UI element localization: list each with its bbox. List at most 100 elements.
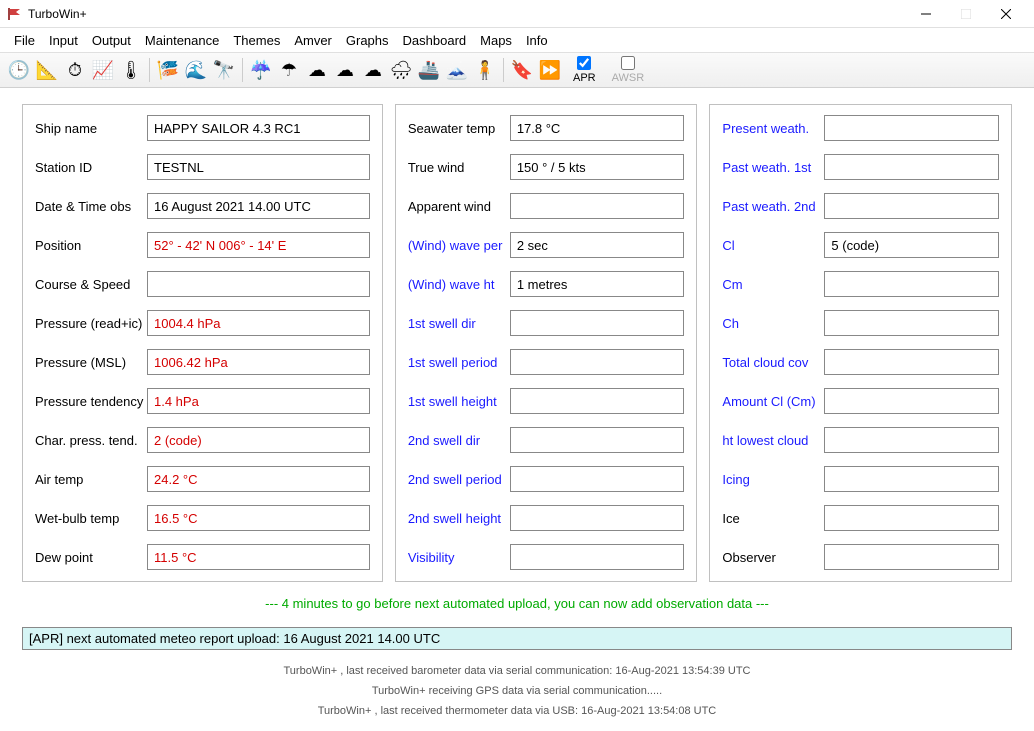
form-row: 1st swell height bbox=[408, 388, 685, 414]
field-value[interactable]: 1004.4 hPa bbox=[147, 310, 370, 336]
field-value[interactable] bbox=[824, 544, 999, 570]
field-value[interactable] bbox=[824, 427, 999, 453]
clock-icon[interactable]: 🕒 bbox=[6, 57, 32, 83]
menu-graphs[interactable]: Graphs bbox=[340, 31, 395, 50]
field-value[interactable] bbox=[824, 388, 999, 414]
field-label: Date & Time obs bbox=[35, 199, 147, 214]
field-value[interactable]: TESTNL bbox=[147, 154, 370, 180]
compass-icon[interactable]: 📐 bbox=[34, 57, 60, 83]
form-row: Pressure (read+ic)1004.4 hPa bbox=[35, 310, 370, 336]
field-label: 2nd swell height bbox=[408, 511, 510, 526]
field-value[interactable]: 5 (code) bbox=[824, 232, 999, 258]
menubar: FileInputOutputMaintenanceThemesAmverGra… bbox=[0, 28, 1034, 52]
ship-icon[interactable]: 🚢 bbox=[416, 57, 442, 83]
wave-icon[interactable]: 🌊 bbox=[183, 57, 209, 83]
awsr-label: AWSR bbox=[612, 72, 645, 84]
minimize-button[interactable] bbox=[906, 0, 946, 28]
field-label: Amount Cl (Cm) bbox=[722, 394, 824, 409]
umbrella-icon[interactable]: ☂ bbox=[276, 57, 302, 83]
status-line: TurboWin+ receiving GPS data via serial … bbox=[0, 682, 1034, 702]
field-value[interactable]: 16 August 2021 14.00 UTC bbox=[147, 193, 370, 219]
field-value[interactable]: 17.8 °C bbox=[510, 115, 685, 141]
form-row: Total cloud cov bbox=[722, 349, 999, 375]
binoculars-icon[interactable]: 🔭 bbox=[211, 57, 237, 83]
form-row: Ship nameHAPPY SAILOR 4.3 RC1 bbox=[35, 115, 370, 141]
menu-input[interactable]: Input bbox=[43, 31, 84, 50]
form-row: 2nd swell height bbox=[408, 505, 685, 531]
cloud-ch-icon[interactable]: ☁ bbox=[360, 57, 386, 83]
menu-output[interactable]: Output bbox=[86, 31, 137, 50]
field-value[interactable]: 2 sec bbox=[510, 232, 685, 258]
field-value[interactable]: 2 (code) bbox=[147, 427, 370, 453]
maximize-button[interactable] bbox=[946, 0, 986, 28]
field-value[interactable] bbox=[824, 154, 999, 180]
field-value[interactable] bbox=[824, 271, 999, 297]
menu-file[interactable]: File bbox=[8, 31, 41, 50]
field-label: Ch bbox=[722, 316, 824, 331]
chart-icon[interactable]: 📈 bbox=[90, 57, 116, 83]
field-value[interactable]: HAPPY SAILOR 4.3 RC1 bbox=[147, 115, 370, 141]
field-value[interactable] bbox=[510, 544, 685, 570]
field-value[interactable] bbox=[510, 427, 685, 453]
gauge-icon[interactable]: ⏱ bbox=[62, 57, 88, 83]
field-value[interactable] bbox=[824, 310, 999, 336]
group-weather-clouds: Present weath.Past weath. 1stPast weath.… bbox=[709, 104, 1012, 582]
field-label: 1st swell dir bbox=[408, 316, 510, 331]
field-value[interactable] bbox=[510, 466, 685, 492]
field-value[interactable]: 1.4 hPa bbox=[147, 388, 370, 414]
field-value[interactable]: 1006.42 hPa bbox=[147, 349, 370, 375]
thermometer-icon[interactable]: 🌡 bbox=[118, 57, 144, 83]
field-label: ht lowest cloud bbox=[722, 433, 824, 448]
apr-checkbox[interactable]: APR bbox=[573, 56, 596, 84]
toolbar: 🕒📐⏱📈🌡🎏🌊🔭☔☂☁☁☁🌧🚢🗻🧍🔖⏩ APR AWSR bbox=[0, 52, 1034, 88]
cloud-total-icon[interactable]: 🌧 bbox=[388, 57, 414, 83]
field-value[interactable] bbox=[147, 271, 370, 297]
field-value[interactable] bbox=[824, 466, 999, 492]
menu-maintenance[interactable]: Maintenance bbox=[139, 31, 225, 50]
field-value[interactable] bbox=[824, 115, 999, 141]
field-value[interactable] bbox=[510, 505, 685, 531]
form-row: 2nd swell dir bbox=[408, 427, 685, 453]
field-value[interactable]: 1 metres bbox=[510, 271, 685, 297]
field-value[interactable]: 52° - 42' N 006° - 14' E bbox=[147, 232, 370, 258]
menu-maps[interactable]: Maps bbox=[474, 31, 518, 50]
person-icon[interactable]: 🧍 bbox=[472, 57, 498, 83]
awsr-checkbox[interactable]: AWSR bbox=[612, 56, 645, 84]
field-value[interactable]: 24.2 °C bbox=[147, 466, 370, 492]
field-value[interactable] bbox=[824, 349, 999, 375]
field-value[interactable]: 11.5 °C bbox=[147, 544, 370, 570]
menu-dashboard[interactable]: Dashboard bbox=[397, 31, 473, 50]
windsock-icon[interactable]: 🎏 bbox=[155, 57, 181, 83]
status-line: TurboWin+ , last received barometer data… bbox=[0, 662, 1034, 682]
report-box: [APR] next automated meteo report upload… bbox=[22, 627, 1012, 650]
cloud-cl-icon[interactable]: ☁ bbox=[304, 57, 330, 83]
field-label: (Wind) wave per bbox=[408, 238, 510, 253]
form-row: Observer bbox=[722, 544, 999, 570]
menu-info[interactable]: Info bbox=[520, 31, 554, 50]
field-value[interactable] bbox=[824, 193, 999, 219]
field-value[interactable] bbox=[510, 349, 685, 375]
close-button[interactable] bbox=[986, 0, 1026, 28]
field-value[interactable]: 16.5 °C bbox=[147, 505, 370, 531]
rain-purple-icon[interactable]: ☔ bbox=[248, 57, 274, 83]
form-row: Visibility bbox=[408, 544, 685, 570]
field-value[interactable] bbox=[510, 193, 685, 219]
field-label: Pressure (read+ic) bbox=[35, 316, 147, 331]
menu-themes[interactable]: Themes bbox=[227, 31, 286, 50]
toolbar-separator bbox=[503, 58, 504, 82]
cloud-cm-icon[interactable]: ☁ bbox=[332, 57, 358, 83]
iceberg-icon[interactable]: 🗻 bbox=[444, 57, 470, 83]
field-value[interactable]: 150 ° / 5 kts bbox=[510, 154, 685, 180]
field-value[interactable] bbox=[824, 505, 999, 531]
form-row: 2nd swell period bbox=[408, 466, 685, 492]
field-value[interactable] bbox=[510, 388, 685, 414]
field-value[interactable] bbox=[510, 310, 685, 336]
apr-label: APR bbox=[573, 72, 596, 84]
forward-icon[interactable]: ⏩ bbox=[537, 57, 563, 83]
form-row: Ice bbox=[722, 505, 999, 531]
bookmark-icon[interactable]: 🔖 bbox=[509, 57, 535, 83]
form-row: Apparent wind bbox=[408, 193, 685, 219]
upload-notice: --- 4 minutes to go before next automate… bbox=[22, 596, 1012, 611]
menu-amver[interactable]: Amver bbox=[288, 31, 338, 50]
form-row: Cl5 (code) bbox=[722, 232, 999, 258]
